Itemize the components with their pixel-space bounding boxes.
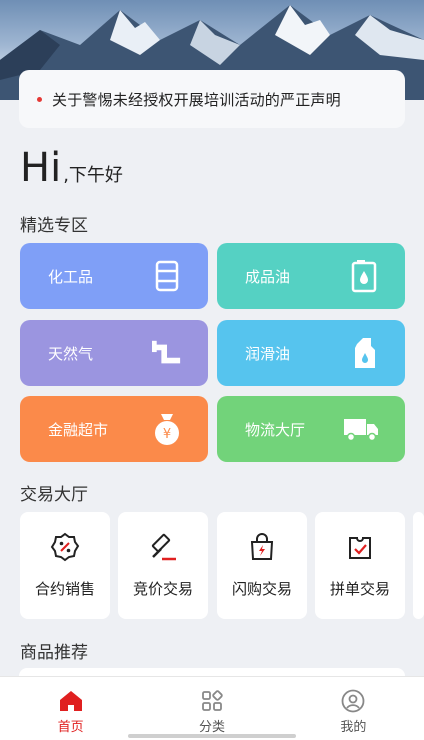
trade-label: 闪购交易 <box>231 580 292 598</box>
tile-label: 润滑油 <box>245 344 291 363</box>
svg-text:¥: ¥ <box>163 427 171 442</box>
trade-label: 合约销售 <box>34 580 95 598</box>
fuel-can-icon <box>349 259 379 293</box>
truck-icon <box>343 412 379 446</box>
notice-dot <box>37 96 42 102</box>
category-icon <box>200 689 224 713</box>
trade-label: 竞价交易 <box>132 580 193 598</box>
greeting-hi: Hi <box>20 145 62 191</box>
home-icon <box>59 689 83 713</box>
home-indicator <box>128 734 296 738</box>
trade-group-order[interactable]: 拼单交易 <box>315 512 405 619</box>
tile-finance-market[interactable]: 金融超市 ¥ <box>20 396 208 462</box>
greeting: Hi ,下午好 <box>20 145 123 191</box>
tile-logistics[interactable]: 物流大厅 <box>217 396 405 462</box>
profile-icon <box>341 689 365 713</box>
tile-chemicals[interactable]: 化工品 <box>20 243 208 309</box>
flash-bag-icon <box>247 532 277 562</box>
greeting-sub: ,下午好 <box>63 165 123 186</box>
group-order-icon <box>345 532 375 562</box>
trade-flash-sale[interactable]: 闪购交易 <box>217 512 307 619</box>
chemical-barrel-icon <box>152 259 182 293</box>
tab-label: 分类 <box>198 720 225 735</box>
tile-label: 化工品 <box>48 267 94 286</box>
tab-bar: 首页 分类 我的 <box>0 676 424 740</box>
trade-label: 拼单交易 <box>329 580 390 598</box>
notice-text: 关于警惕未经授权开展培训活动的严正声明 <box>52 90 341 109</box>
trade-more-peek[interactable] <box>413 512 424 619</box>
trading-section-title: 交易大厅 <box>20 485 88 505</box>
notice-bar[interactable]: 关于警惕未经授权开展培训活动的严正声明 <box>19 70 405 128</box>
tile-label: 金融超市 <box>48 420 109 439</box>
tile-label: 物流大厅 <box>245 420 306 439</box>
tile-lubricant[interactable]: 润滑油 <box>217 320 405 386</box>
tab-label: 我的 <box>340 720 367 735</box>
tile-refined-oil[interactable]: 成品油 <box>217 243 405 309</box>
featured-section-title: 精选专区 <box>20 216 88 236</box>
trade-auction[interactable]: 竞价交易 <box>118 512 208 619</box>
tab-home[interactable]: 首页 <box>0 677 141 740</box>
auction-gavel-icon <box>148 532 178 562</box>
money-bag-icon: ¥ <box>152 412 182 446</box>
trade-contract-sales[interactable]: 合约销售 <box>20 512 110 619</box>
lubricant-bottle-icon <box>349 336 379 370</box>
contract-discount-icon <box>50 532 80 562</box>
recommend-section-title: 商品推荐 <box>20 643 88 663</box>
tile-label: 成品油 <box>245 267 291 286</box>
tab-label: 首页 <box>57 720 84 735</box>
tile-label: 天然气 <box>48 344 94 363</box>
tab-profile[interactable]: 我的 <box>283 677 424 740</box>
gas-pipe-icon <box>152 336 182 370</box>
tab-category[interactable]: 分类 <box>141 677 282 740</box>
tile-natural-gas[interactable]: 天然气 <box>20 320 208 386</box>
